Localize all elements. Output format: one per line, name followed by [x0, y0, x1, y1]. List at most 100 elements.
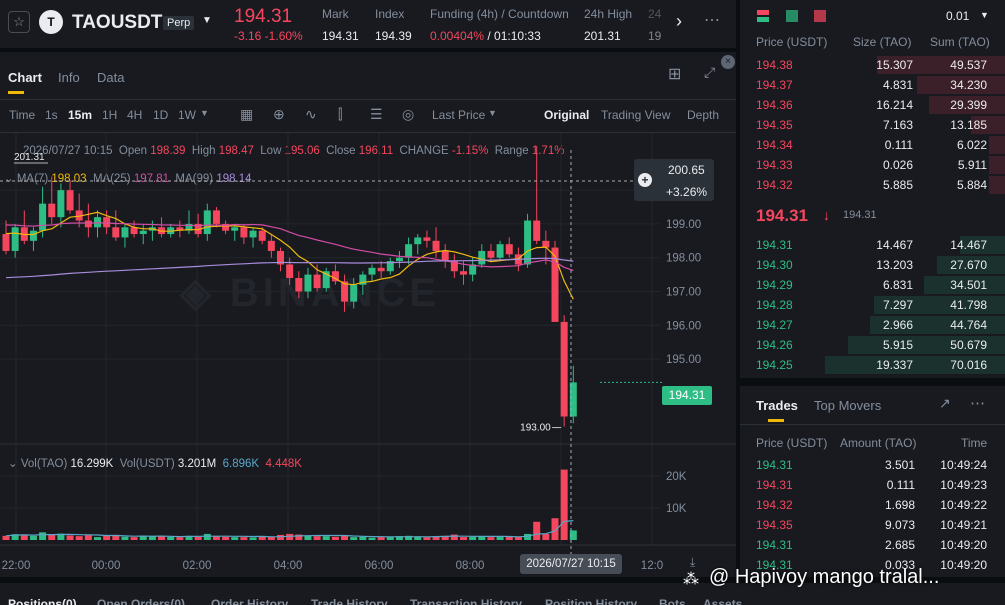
bottom-tab[interactable]: Trade History	[311, 597, 388, 605]
x-axis-label: 02:00	[183, 560, 212, 572]
trades-header-time: Time	[961, 436, 988, 450]
interval-1h[interactable]: 1H	[102, 108, 117, 122]
price-type-select[interactable]: Last Price	[432, 108, 485, 122]
line-chart-icon[interactable]: ∿	[305, 106, 317, 123]
ob-price: 194.33	[756, 158, 793, 172]
interval-1w[interactable]: 1W	[178, 108, 196, 122]
ob-bid-row[interactable]: 194.30 13.203 27.670	[742, 255, 1005, 275]
symbol-dropdown-icon[interactable]: ▼	[202, 15, 212, 26]
interval-15m[interactable]: 15m	[68, 108, 92, 122]
ob-view-both-icon[interactable]	[757, 10, 769, 22]
ob-bid-row[interactable]: 194.29 6.831 34.501	[742, 275, 1005, 295]
ob-price: 194.30	[756, 258, 793, 272]
bottom-tab[interactable]: Assets	[703, 597, 742, 605]
layout-grid-icon[interactable]: ⊞	[668, 64, 681, 84]
trades-expand-icon[interactable]: ↗	[939, 395, 951, 412]
ob-sum: 13.185	[950, 118, 987, 132]
tab-chart-underline	[8, 91, 24, 94]
ob-bid-row[interactable]: 194.27 2.966 44.764	[742, 315, 1005, 335]
ob-size: 7.297	[882, 298, 913, 312]
bottom-tab[interactable]: Open Orders(0)	[97, 597, 185, 605]
trade-amount: 2.685	[884, 538, 915, 552]
interval-1s[interactable]: 1s	[45, 108, 58, 122]
precision-dropdown-icon[interactable]: ▼	[980, 10, 989, 20]
ob-header-price: Price (USDT)	[756, 35, 828, 49]
ob-bid-row[interactable]: 194.25 19.337 70.016	[742, 355, 1005, 375]
candle	[203, 210, 211, 235]
volume-bar	[368, 537, 376, 540]
price-type-dropdown-icon[interactable]: ▼	[488, 108, 497, 118]
symbol-name[interactable]: TAOUSDT	[72, 12, 162, 34]
ob-ask-row[interactable]: 194.32 5.885 5.884	[742, 175, 1005, 195]
y-axis-label: 199.00	[666, 219, 701, 231]
candlestick-chart[interactable]: ◈ BINANCE201.31193.00195.00196.00197.001…	[0, 133, 736, 577]
trade-time: 10:49:22	[940, 498, 987, 512]
header-more-icon[interactable]: ⋯	[704, 10, 721, 30]
ob-bid-row[interactable]: 194.31 14.467 14.467	[742, 235, 1005, 255]
stat-funding: Funding (4h) / Countdown 0.00404% / 01:1…	[430, 7, 569, 43]
ob-ask-row[interactable]: 194.38 15.307 49.537	[742, 55, 1005, 75]
close-chart-icon[interactable]: ×	[721, 55, 735, 69]
view-original[interactable]: Original	[544, 108, 589, 122]
ob-bid-row[interactable]: 194.26 5.915 50.679	[742, 335, 1005, 355]
trades-more-icon[interactable]: ⋯	[970, 394, 985, 412]
volume-collapse-icon[interactable]: ⌄	[8, 458, 18, 470]
bottom-tab[interactable]: Order History	[211, 597, 288, 605]
volume-axis-label: 20K	[666, 471, 687, 483]
ob-ask-row[interactable]: 194.36 16.214 29.399	[742, 95, 1005, 115]
ob-ask-row[interactable]: 194.33 0.026 5.911	[742, 155, 1005, 175]
ob-size: 4.831	[882, 78, 913, 92]
ob-ask-row[interactable]: 194.34 0.111 6.022	[742, 135, 1005, 155]
volume-bar	[359, 536, 367, 540]
view-depth[interactable]: Depth	[687, 108, 719, 122]
tab-top-movers[interactable]: Top Movers	[814, 398, 881, 413]
candle-type-icon[interactable]: ⫿	[338, 106, 342, 123]
ob-view-asks-icon[interactable]	[814, 10, 826, 22]
ob-precision-select[interactable]: 0.01	[946, 9, 969, 23]
volume-axis-label: 10K	[666, 503, 687, 515]
ob-view-bids-icon[interactable]	[786, 10, 798, 22]
depth-bar	[988, 136, 1005, 154]
volume-bar	[84, 535, 92, 540]
crosshair-add-icon[interactable]: +	[638, 173, 652, 187]
candle	[569, 382, 577, 417]
header-scroll-right-icon[interactable]: ›	[676, 11, 682, 32]
drawing-tools-icon[interactable]: ◎	[402, 106, 414, 123]
interval-1d[interactable]: 1D	[153, 108, 168, 122]
ob-ask-row[interactable]: 194.35 7.163 13.185	[742, 115, 1005, 135]
depth-bar	[988, 156, 1005, 174]
candle	[533, 220, 541, 241]
candle	[286, 264, 294, 278]
tab-trades[interactable]: Trades	[756, 398, 798, 413]
interval-4h[interactable]: 4H	[127, 108, 142, 122]
ob-price: 194.34	[756, 138, 793, 152]
view-trading-view[interactable]: Trading View	[601, 108, 670, 122]
trade-row: 194.32 1.698 10:49:22	[742, 495, 1005, 515]
interval-dropdown-icon[interactable]: ▼	[200, 108, 209, 118]
ob-size: 2.966	[882, 318, 913, 332]
bottom-tab[interactable]: Transaction History	[410, 597, 522, 605]
tab-chart[interactable]: Chart	[8, 70, 42, 85]
bottom-tab[interactable]: Bots	[659, 597, 686, 605]
tab-info[interactable]: Info	[58, 70, 80, 85]
ob-bid-row[interactable]: 194.28 7.297 41.798	[742, 295, 1005, 315]
indicator-add-icon[interactable]: ⊕	[273, 106, 285, 123]
volume-bar	[231, 537, 239, 540]
settings-sliders-icon[interactable]: ☰	[370, 106, 383, 123]
calendar-icon[interactable]: ▦	[240, 106, 253, 123]
x-axis-label: 22:00	[2, 560, 31, 572]
tab-data[interactable]: Data	[97, 70, 124, 85]
trade-time: 10:49:23	[940, 478, 987, 492]
ob-ask-row[interactable]: 194.37 4.831 34.230	[742, 75, 1005, 95]
favorite-star-icon[interactable]: ☆	[8, 11, 30, 33]
bottom-tab[interactable]: Positions(0)	[8, 597, 77, 605]
bottom-tab[interactable]: Position History	[545, 597, 637, 605]
ob-sum: 49.537	[950, 58, 987, 72]
fullscreen-icon[interactable]: ⤢	[704, 64, 715, 81]
candle	[313, 274, 321, 289]
volume-bar	[277, 534, 284, 540]
ob-price: 194.37	[756, 78, 793, 92]
ob-down-arrow-icon: ↓	[823, 207, 830, 223]
chart-reset-icon[interactable]: ⤓	[690, 555, 695, 570]
volume-bar	[48, 534, 56, 540]
